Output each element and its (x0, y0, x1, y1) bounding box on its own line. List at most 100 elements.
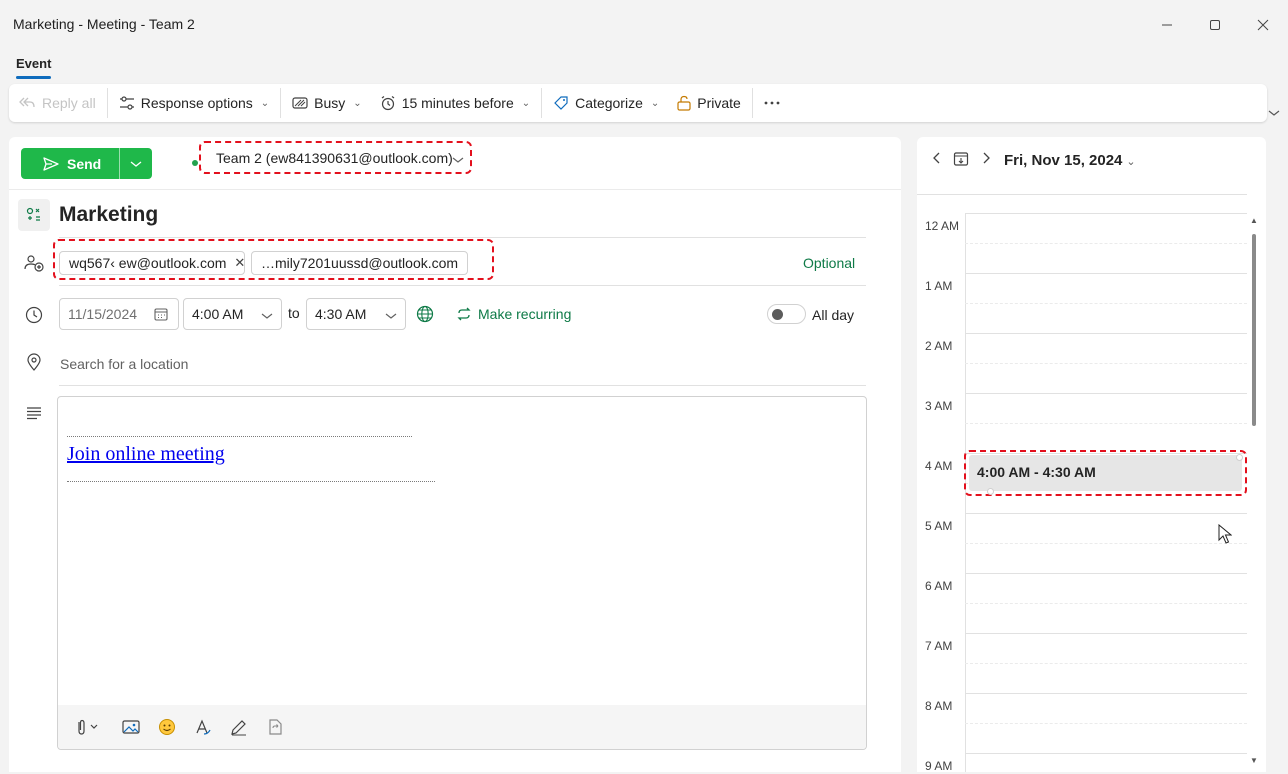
send-main-action[interactable]: Send (21, 148, 120, 179)
end-time-value: 4:30 AM (315, 306, 367, 322)
subject-underline (59, 237, 866, 238)
location-input[interactable]: Search for a location (60, 356, 188, 372)
ribbon-expand-chevron-icon[interactable] (1268, 104, 1280, 120)
calendar-scrollbar[interactable]: ▲ ▼ (1250, 212, 1258, 772)
event-time-label: 4:00 AM - 4:30 AM (977, 464, 1096, 480)
day-time-grid[interactable]: 12 AM 1 AM 2 AM 3 AM 4 AM 5 AM 6 AM 7 AM… (917, 194, 1247, 772)
previous-day-chevron-icon[interactable] (932, 151, 942, 168)
meeting-tracking-icon[interactable] (18, 199, 50, 231)
scroll-down-arrow-icon[interactable]: ▼ (1250, 756, 1258, 765)
hour-line (965, 633, 1247, 634)
editor-styles-icon[interactable] (193, 717, 213, 737)
categorize-button[interactable]: Categorize ⌄ (544, 88, 668, 118)
tab-active-indicator (16, 76, 51, 79)
scroll-up-arrow-icon[interactable]: ▲ (1250, 216, 1258, 225)
half-hour-line (965, 303, 1247, 304)
start-date-picker[interactable]: 11/15/2024 (59, 298, 179, 330)
attendees-field[interactable]: wq567‹ ew@outlook.com ✕ …mily7201uussd@o… (53, 239, 494, 280)
start-time-select[interactable]: 4:00 AM (183, 298, 282, 330)
hour-line (965, 693, 1247, 694)
message-body-editor[interactable]: Join online meeting (57, 396, 867, 750)
next-day-chevron-icon[interactable] (981, 151, 991, 168)
from-account-label: Team 2 (ew841390631@outlook.com) (216, 149, 453, 166)
loop-component-icon[interactable] (265, 717, 285, 737)
calendar-icon (154, 307, 168, 324)
hour-label: 7 AM (925, 639, 953, 653)
hour-line (965, 573, 1247, 574)
attach-file-icon[interactable] (72, 717, 102, 737)
chevron-down-icon (385, 307, 397, 323)
close-icon[interactable] (1250, 12, 1276, 38)
more-icon (764, 101, 780, 105)
compose-pane: Send Team 2 (ew841390631@outlook.com) Ma… (9, 137, 901, 772)
response-options-label: Response options (140, 95, 253, 111)
chevron-down-icon: ⌄ (260, 97, 270, 109)
hour-line (965, 393, 1247, 394)
attendee-email: …mily7201uussd@outlook.com (261, 255, 459, 271)
chevron-down-icon (261, 307, 273, 323)
toggle-knob (772, 309, 783, 320)
reply-all-button[interactable]: Reply all (9, 88, 105, 118)
event-highlight: 4:00 AM - 4:30 AM (964, 450, 1247, 496)
time-zone-globe-icon[interactable] (416, 305, 434, 326)
scroll-thumb[interactable] (1252, 234, 1256, 426)
go-to-today-icon[interactable] (953, 151, 969, 170)
hour-line (965, 513, 1247, 514)
hour-label: 6 AM (925, 579, 953, 593)
signature-pen-icon[interactable] (229, 717, 249, 737)
more-options-button[interactable] (755, 88, 789, 118)
calendar-event[interactable]: 4:00 AM - 4:30 AM (969, 454, 1243, 495)
send-icon (43, 156, 59, 171)
separator-line (67, 436, 412, 437)
emoji-icon[interactable] (157, 717, 177, 737)
hour-label: 5 AM (925, 519, 953, 533)
sliders-icon (119, 96, 134, 110)
all-day-toggle[interactable] (767, 304, 806, 324)
resize-handle-top[interactable] (1236, 454, 1243, 461)
clock-icon (23, 304, 45, 326)
end-time-select[interactable]: 4:30 AM (306, 298, 406, 330)
reminder-button[interactable]: 15 minutes before ⌄ (371, 88, 539, 118)
ribbon-separator (106, 88, 108, 118)
hour-label: 8 AM (925, 699, 953, 713)
make-recurring-label: Make recurring (478, 306, 572, 322)
send-options-chevron-icon[interactable] (120, 160, 152, 168)
location-pin-icon (23, 351, 45, 373)
attendee-email: wq567‹ ew@outlook.com (69, 255, 227, 271)
insert-picture-icon[interactable] (121, 717, 141, 737)
attendee-chip[interactable]: …mily7201uussd@outlook.com ✕ (251, 251, 468, 275)
subject-input[interactable]: Marketing (59, 203, 158, 227)
reply-all-label: Reply all (42, 95, 96, 111)
hour-label: 3 AM (925, 399, 953, 413)
calendar-date-picker[interactable]: Fri, Nov 15, 2024 ⌄ (1004, 152, 1136, 169)
start-time-value: 4:00 AM (192, 306, 244, 322)
optional-attendees-link[interactable]: Optional (803, 255, 855, 271)
attendee-chip[interactable]: wq567‹ ew@outlook.com ✕ (59, 251, 245, 275)
make-recurring-button[interactable]: Make recurring (456, 306, 571, 322)
hour-line (965, 213, 1247, 214)
minimize-icon[interactable] (1154, 12, 1180, 38)
hour-label: 12 AM (925, 219, 960, 233)
mouse-cursor-icon (1218, 523, 1233, 547)
half-hour-line (965, 723, 1247, 724)
from-account-selector[interactable]: Team 2 (ew841390631@outlook.com) (199, 141, 472, 174)
send-button[interactable]: Send (21, 148, 152, 179)
remove-attendee-icon[interactable]: ✕ (466, 255, 467, 271)
maximize-icon[interactable] (1202, 12, 1228, 38)
remove-attendee-icon[interactable]: ✕ (234, 255, 244, 271)
hour-line (965, 273, 1247, 274)
response-options-button[interactable]: Response options ⌄ (110, 88, 278, 118)
repeat-icon (457, 307, 471, 321)
tab-event[interactable]: Event (16, 56, 51, 71)
private-button[interactable]: Private (668, 88, 750, 118)
send-label: Send (67, 155, 102, 172)
window-title: Marketing - Meeting - Team 2 (13, 16, 195, 32)
busy-status-button[interactable]: Busy ⌄ (283, 88, 371, 118)
calendar-pane: Fri, Nov 15, 2024 ⌄ 12 AM 1 AM 2 AM 3 AM … (917, 137, 1266, 772)
busy-label: Busy (314, 95, 346, 111)
private-label: Private (697, 95, 741, 111)
busy-icon (292, 97, 308, 109)
resize-handle-bottom[interactable] (987, 488, 994, 495)
half-hour-line (965, 363, 1247, 364)
join-online-meeting-link[interactable]: Join online meeting (67, 443, 225, 466)
